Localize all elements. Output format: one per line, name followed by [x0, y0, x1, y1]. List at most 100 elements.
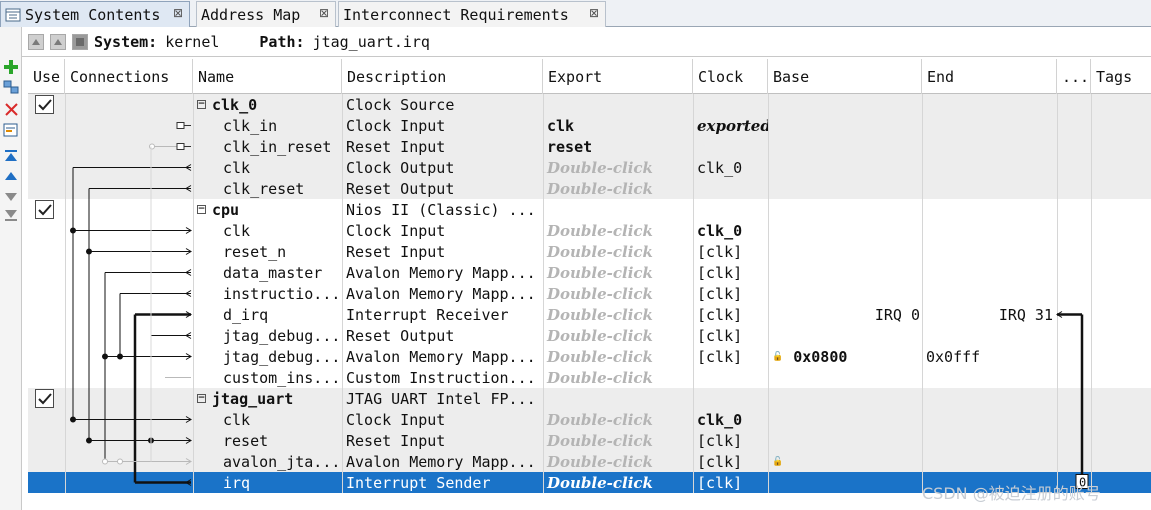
clock-cell[interactable] [693, 94, 768, 115]
port-row[interactable]: clk_in_reset Reset Input reset [28, 136, 1151, 157]
column-header-use[interactable]: Use [28, 59, 65, 94]
name-cell[interactable]: clk_reset [193, 178, 342, 199]
end-cell[interactable] [922, 241, 1057, 262]
clock-cell[interactable] [693, 199, 768, 220]
tab-close-icon[interactable]: ⊠ [589, 6, 599, 20]
end-cell[interactable] [922, 115, 1057, 136]
base-cell[interactable] [768, 325, 922, 346]
base-cell[interactable] [768, 199, 922, 220]
name-cell[interactable]: data_master [193, 262, 342, 283]
name-cell[interactable]: jtag_debug... [193, 325, 342, 346]
end-cell[interactable] [922, 430, 1057, 451]
add-icon[interactable] [3, 59, 19, 75]
collapse-toggle-icon[interactable]: − [197, 394, 206, 403]
tab-close-icon[interactable]: ⊠ [319, 6, 329, 20]
use-checkbox[interactable] [35, 389, 54, 408]
name-cell[interactable]: clk [193, 409, 342, 430]
export-cell[interactable]: Double-click [543, 283, 693, 304]
export-cell[interactable]: Double-click [543, 430, 693, 451]
end-cell[interactable]: 0x0fff [922, 346, 1057, 367]
end-cell[interactable] [922, 409, 1057, 430]
base-cell[interactable] [768, 367, 922, 388]
base-cell[interactable] [768, 409, 922, 430]
tab-system-contents[interactable]: System Contents ⊠ [0, 1, 190, 27]
end-cell[interactable] [922, 262, 1057, 283]
export-cell[interactable]: Double-click [543, 241, 693, 262]
end-cell[interactable] [922, 220, 1057, 241]
end-cell[interactable] [922, 325, 1057, 346]
export-cell[interactable]: clk [543, 115, 693, 136]
clock-cell[interactable]: [clk] [693, 283, 768, 304]
export-cell[interactable] [543, 94, 693, 115]
end-cell[interactable] [922, 199, 1057, 220]
name-cell[interactable]: d_irq [193, 304, 342, 325]
move-bottom-icon[interactable] [3, 208, 19, 224]
end-cell[interactable] [922, 367, 1057, 388]
move-top-icon[interactable] [3, 148, 19, 164]
clock-cell[interactable]: [clk] [693, 430, 768, 451]
name-cell[interactable]: clk_in [193, 115, 342, 136]
column-header-export[interactable]: Export [543, 59, 693, 94]
move-down-icon[interactable] [3, 189, 19, 205]
tab-interconnect-requirements[interactable]: Interconnect Requirements ⊠ [338, 1, 606, 27]
end-cell[interactable] [922, 178, 1057, 199]
name-cell[interactable]: clk [193, 220, 342, 241]
collapse-toggle-icon[interactable]: − [197, 205, 206, 214]
port-row[interactable]: reset_n Reset Input Double-click [clk] [28, 241, 1151, 262]
clock-cell[interactable]: [clk] [693, 262, 768, 283]
base-cell[interactable] [768, 430, 922, 451]
port-row[interactable]: clk Clock Input Double-click clk_0 [28, 220, 1151, 241]
lock-icon[interactable]: 🔓 [772, 352, 783, 362]
export-cell[interactable]: Double-click [543, 409, 693, 430]
clock-cell[interactable]: [clk] [693, 241, 768, 262]
base-cell[interactable] [768, 115, 922, 136]
port-row[interactable]: avalon_jta... Avalon Memory Mapp... Double… [28, 451, 1151, 472]
name-cell[interactable]: reset_n [193, 241, 342, 262]
export-cell[interactable]: Double-click [543, 451, 693, 472]
base-cell[interactable] [768, 220, 922, 241]
port-row[interactable]: clk Clock Input Double-click clk_0 [28, 409, 1151, 430]
column-header-description[interactable]: Description [342, 59, 543, 94]
tab-close-icon[interactable]: ⊠ [173, 6, 183, 20]
export-cell[interactable] [543, 199, 693, 220]
clock-cell[interactable]: [clk] [693, 325, 768, 346]
tab-address-map[interactable]: Address Map ⊠ [196, 1, 336, 27]
export-cell[interactable] [543, 388, 693, 409]
base-cell[interactable] [768, 472, 922, 493]
column-header-base[interactable]: Base [768, 59, 922, 94]
end-cell[interactable] [922, 94, 1057, 115]
export-cell[interactable]: Double-click [543, 304, 693, 325]
end-cell[interactable] [922, 136, 1057, 157]
base-cell[interactable]: 🔓 0x0800 [768, 346, 922, 367]
end-cell[interactable] [922, 451, 1057, 472]
edit-icon[interactable] [3, 122, 19, 138]
port-row[interactable]: data_master Avalon Memory Mapp... Double-c… [28, 262, 1151, 283]
export-cell[interactable]: Double-click [543, 262, 693, 283]
clock-cell[interactable]: clk_0 [693, 409, 768, 430]
name-cell[interactable]: − clk_0 [193, 94, 342, 115]
export-cell[interactable]: Double-click [543, 346, 693, 367]
port-row[interactable]: instructio... Avalon Memory Mapp... Double… [28, 283, 1151, 304]
export-cell[interactable]: Double-click [543, 157, 693, 178]
end-cell[interactable] [922, 388, 1057, 409]
column-header-end[interactable]: End [922, 59, 1057, 94]
base-cell[interactable]: 🔓 [768, 451, 922, 472]
base-cell[interactable] [768, 241, 922, 262]
clock-cell[interactable]: clk_0 [693, 157, 768, 178]
remove-icon[interactable] [3, 101, 19, 117]
end-cell[interactable] [922, 157, 1057, 178]
port-row[interactable]: d_irq Interrupt Receiver Double-click [clk]… [28, 304, 1151, 325]
base-cell[interactable]: IRQ 0 [768, 304, 922, 325]
clock-cell[interactable] [693, 178, 768, 199]
column-header-name[interactable]: Name [193, 59, 342, 94]
navigate-up-icon[interactable] [50, 33, 66, 50]
clock-cell[interactable]: exported [693, 115, 768, 136]
base-cell[interactable] [768, 94, 922, 115]
lock-icon[interactable]: 🔓 [772, 457, 783, 467]
export-cell[interactable]: Double-click [543, 472, 693, 493]
export-cell[interactable]: reset [543, 136, 693, 157]
export-cell[interactable]: Double-click [543, 178, 693, 199]
base-cell[interactable] [768, 157, 922, 178]
base-cell[interactable] [768, 262, 922, 283]
export-cell[interactable]: Double-click [543, 367, 693, 388]
